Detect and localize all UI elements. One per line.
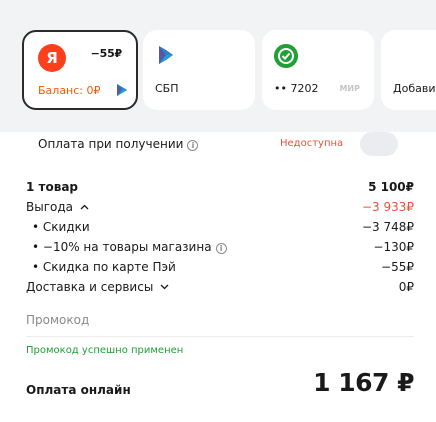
cod-toggle[interactable] [360, 132, 398, 156]
items-value: 5 100₽ [368, 180, 414, 194]
items-label: 1 товар [26, 180, 79, 194]
payment-card-bank[interactable]: •• 7202 МИР [262, 30, 374, 110]
store-discount-value: −130₽ [373, 240, 414, 254]
summary-card-discount-row: • Скидка по карте Пэй −55₽ [26, 260, 414, 278]
sbp-mini-icon [117, 84, 127, 96]
delivery-label-wrap: Доставка и сервисы [26, 280, 169, 294]
summary-store-discount-row: • −10% на товары магазина i −130₽ [26, 240, 414, 258]
cash-on-delivery-row: Оплата при получении i Недоступна [22, 132, 420, 158]
delivery-label: Доставка и сервисы [26, 280, 154, 294]
cod-label-wrap: Оплата при получении i [38, 137, 199, 151]
add-card-label: Добави [393, 82, 436, 95]
promo-divider [26, 336, 414, 337]
benefit-label: Выгода [26, 200, 74, 214]
promo-code-field[interactable]: Промокод [26, 313, 89, 327]
payment-card-balance[interactable]: Я −55₽ Баланс: 0₽ [22, 30, 138, 110]
total-label: Оплата онлайн [26, 383, 131, 397]
cashback-amount: −55₽ [90, 47, 123, 60]
cod-status: Недоступна [280, 138, 344, 149]
delivery-value: 0₽ [398, 280, 414, 294]
info-icon[interactable]: i [215, 243, 227, 254]
sbp-label: СБП [155, 82, 179, 95]
summary-items-row: 1 товар 5 100₽ [26, 180, 414, 198]
payment-methods-strip: Я −55₽ Баланс: 0₽ СБП •• 7202 МИР Добави [0, 0, 436, 132]
cod-label: Оплата при получении [38, 137, 184, 151]
balance-label: Баланс: 0₽ [38, 84, 101, 97]
info-icon[interactable]: i [187, 140, 199, 151]
discounts-value: −3 748₽ [361, 220, 414, 234]
sber-check-icon [274, 44, 298, 68]
store-discount-label: • −10% на товары магазина [32, 240, 212, 254]
promo-success-message: Промокод успешно применен [26, 345, 184, 356]
chevron-up-icon [80, 204, 89, 210]
summary-discounts-row: • Скидки −3 748₽ [26, 220, 414, 238]
yandex-pay-logo-icon: Я [38, 44, 66, 72]
bank-card-number: •• 7202 [274, 82, 319, 95]
benefit-label-wrap: Выгода [26, 200, 89, 214]
payment-card-sbp[interactable]: СБП [143, 30, 255, 110]
total-value: 1 167 ₽ [313, 368, 414, 397]
benefit-value: −3 933₽ [361, 200, 414, 214]
summary-benefit-row[interactable]: Выгода −3 933₽ [26, 200, 414, 218]
store-discount-label-wrap: • −10% на товары магазина i [32, 240, 227, 254]
payment-card-add[interactable]: Добави [381, 30, 436, 110]
chevron-down-icon [160, 284, 169, 290]
summary-delivery-row[interactable]: Доставка и сервисы 0₽ [26, 280, 414, 298]
card-discount-label: • Скидка по карте Пэй [32, 260, 176, 274]
mir-network-label: МИР [339, 84, 360, 93]
card-discount-value: −55₽ [381, 260, 414, 274]
sbp-logo-icon [159, 46, 173, 64]
discounts-label: • Скидки [32, 220, 90, 234]
